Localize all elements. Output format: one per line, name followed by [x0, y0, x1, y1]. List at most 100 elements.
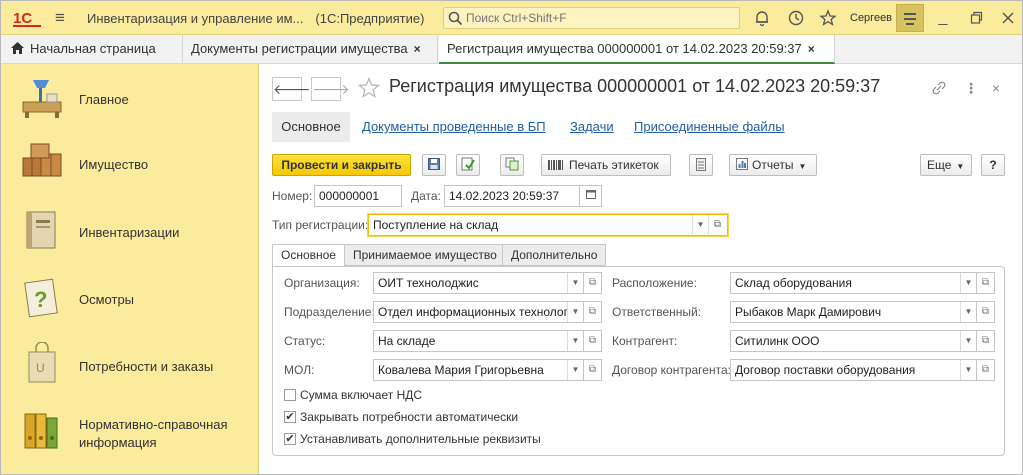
auto-close-needs-checkbox[interactable]: ✔ — [284, 411, 296, 423]
subnav-tasks[interactable]: Задачи — [570, 112, 614, 142]
sidebar-item-property[interactable]: Имущество — [1, 134, 259, 194]
registration-type-field[interactable]: Поступление на склад ▼ ⧉ — [368, 214, 728, 236]
svg-text:U: U — [36, 361, 45, 375]
location-value: Склад оборудования — [735, 276, 852, 290]
chevron-down-icon[interactable]: ▼ — [567, 273, 583, 293]
subnav-attached-files[interactable]: Присоединенные файлы — [634, 112, 785, 142]
contract-field[interactable]: Договор поставки оборудования ▼ — [730, 359, 977, 381]
open-icon[interactable]: ⧉ — [977, 301, 995, 323]
open-icon[interactable]: ⧉ — [977, 330, 995, 352]
search-input[interactable] — [466, 11, 726, 25]
tab-home[interactable]: Начальная страница — [1, 35, 183, 63]
open-icon[interactable]: ⧉ — [977, 272, 995, 294]
sidebar-item-needs-orders[interactable]: U Потребности и заказы — [1, 334, 259, 394]
location-field[interactable]: Склад оборудования ▼ — [730, 272, 977, 294]
structure-button[interactable] — [689, 154, 713, 176]
chevron-down-icon[interactable]: ▼ — [692, 215, 708, 235]
post-document-icon — [461, 157, 475, 171]
mol-field[interactable]: Ковалева Мария Григорьевна ▼ — [373, 359, 584, 381]
vat-included-label[interactable]: Сумма включает НДС — [300, 388, 422, 402]
subnav-main[interactable]: Основное — [272, 112, 350, 142]
open-icon[interactable]: ⧉ — [977, 359, 995, 381]
sidebar-item-label-line1: Нормативно-справочная — [79, 417, 228, 432]
tab-additional[interactable]: Дополнительно — [502, 244, 607, 266]
tab-close-icon[interactable]: × — [414, 42, 421, 56]
sidebar-item-inspections[interactable]: ? Осмотры — [1, 267, 259, 327]
responsible-value: Рыбаков Марк Дамирович — [735, 305, 882, 319]
tab-document[interactable]: Регистрация имущества 000000001 от 14.02… — [439, 35, 835, 64]
open-icon[interactable]: ⧉ — [584, 301, 602, 323]
main-desk-icon — [22, 80, 62, 118]
sidebar-item-main[interactable]: Главное — [1, 70, 259, 130]
date-field[interactable]: 14.02.2023 20:59:37 — [444, 185, 580, 207]
restore-icon[interactable] — [967, 9, 985, 27]
mol-value: Ковалева Мария Григорьевна — [378, 363, 544, 377]
save-button[interactable] — [422, 154, 446, 176]
open-icon[interactable]: ⧉ — [584, 272, 602, 294]
post-button[interactable] — [456, 154, 480, 176]
settings-menu-button[interactable] — [896, 4, 924, 32]
reports-button[interactable]: Отчеты ▼ — [729, 154, 817, 176]
main-menu-icon[interactable]: ≡ — [55, 9, 65, 26]
open-icon[interactable]: ⧉ — [584, 330, 602, 352]
favorites-star-icon[interactable] — [819, 9, 837, 27]
vat-included-checkbox[interactable] — [284, 389, 296, 401]
chevron-down-icon[interactable]: ▼ — [567, 331, 583, 351]
create-based-on-button[interactable] — [500, 154, 524, 176]
1c-logo-icon: 1С — [13, 10, 41, 27]
tab-main[interactable]: Основное — [272, 244, 345, 267]
platform-name: (1С:Предприятие) — [315, 11, 425, 26]
tab-documents-list[interactable]: Документы регистрации имущества × — [183, 35, 438, 63]
svg-text:?: ? — [34, 287, 47, 312]
responsible-field[interactable]: Рыбаков Марк Дамирович ▼ — [730, 301, 977, 323]
counterparty-label: Контрагент: — [612, 334, 678, 348]
forward-button[interactable]: 🡒 — [311, 77, 350, 101]
sidebar-item-inventory[interactable]: Инвентаризации — [1, 200, 259, 260]
open-icon[interactable]: ⧉ — [584, 359, 602, 381]
more-actions-icon[interactable]: ⋮ — [964, 80, 978, 97]
set-additional-attributes-label[interactable]: Устанавливать дополнительные реквизиты — [300, 432, 541, 446]
sidebar-item-reference[interactable]: Нормативно-справочная информация — [1, 400, 259, 460]
chevron-down-icon[interactable]: ▼ — [567, 302, 583, 322]
question-icon: ? — [24, 278, 58, 318]
close-window-icon[interactable] — [999, 9, 1017, 27]
chevron-down-icon[interactable]: ▼ — [960, 360, 976, 380]
chevron-down-icon[interactable]: ▼ — [960, 302, 976, 322]
link-icon[interactable] — [931, 80, 947, 96]
open-icon[interactable]: ⧉ — [708, 215, 726, 235]
print-labels-button[interactable]: Печать этикеток — [541, 154, 671, 176]
favorite-star-icon[interactable] — [358, 77, 380, 99]
chevron-down-icon[interactable]: ▼ — [960, 273, 976, 293]
status-value: На складе — [378, 334, 436, 348]
calendar-icon[interactable] — [580, 185, 602, 207]
tab-close-icon[interactable]: × — [808, 42, 815, 56]
tab-received-property[interactable]: Принимаемое имущество — [344, 244, 506, 266]
help-button[interactable]: ? — [981, 154, 1005, 176]
responsible-label: Ответственный: — [612, 305, 702, 319]
subnav-bp-documents[interactable]: Документы проведенные в БП — [362, 112, 546, 142]
close-form-icon[interactable]: × — [992, 80, 1000, 96]
bell-icon[interactable] — [753, 9, 771, 27]
set-additional-attributes-checkbox[interactable]: ✔ — [284, 433, 296, 445]
location-label: Расположение: — [612, 276, 697, 290]
organization-value: ОИТ технолоджис — [378, 276, 479, 290]
back-button[interactable]: 🡐 — [272, 77, 311, 101]
more-button[interactable]: Еще ▼ — [920, 154, 972, 176]
department-field[interactable]: Отдел информационных технолог ▼ — [373, 301, 584, 323]
chevron-down-icon[interactable]: ▼ — [960, 331, 976, 351]
auto-close-needs-label[interactable]: Закрывать потребности автоматически — [300, 410, 518, 424]
status-label: Статус: — [284, 334, 326, 348]
minimize-icon[interactable]: _ — [934, 9, 952, 27]
chevron-down-icon[interactable]: ▼ — [567, 360, 583, 380]
department-label: Подразделение: — [284, 305, 375, 319]
user-name[interactable]: Сергеев — [850, 12, 892, 24]
organization-field[interactable]: ОИТ технолоджис ▼ — [373, 272, 584, 294]
counterparty-field[interactable]: Ситилинк ООО ▼ — [730, 330, 977, 352]
status-field[interactable]: На складе ▼ — [373, 330, 584, 352]
document-title: Регистрация имущества 000000001 от 14.02… — [389, 76, 881, 96]
sidebar-item-label: Потребности и заказы — [79, 359, 214, 374]
history-icon[interactable] — [787, 9, 805, 27]
global-search[interactable] — [443, 7, 740, 29]
post-and-close-button[interactable]: Провести и закрыть — [272, 154, 411, 176]
number-field[interactable]: 000000001 — [314, 185, 402, 207]
